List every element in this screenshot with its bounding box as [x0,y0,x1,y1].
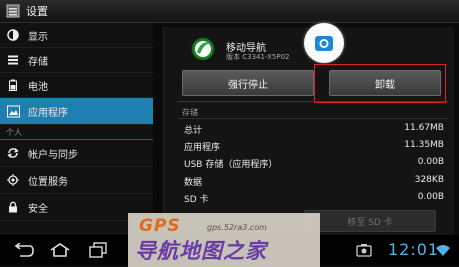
screenshot-overlay-button[interactable] [304,23,344,63]
move-to-sd-button[interactable]: 移至 SD 卡 [304,210,436,232]
back-icon [14,243,34,257]
back-button[interactable] [8,241,36,259]
uninstall-button[interactable]: 卸载 [329,70,441,96]
app-version: 版本 C3341-X5P02 [226,53,290,61]
wifi-icon [436,245,450,256]
storage-row-value: 328KB [414,175,444,185]
sidebar-item-label: 显示 [28,31,48,43]
storage-row-app: 应用程序 11.35MB [184,140,444,155]
title-bar: 设置 [0,0,459,23]
recent-apps-icon [89,242,107,258]
sidebar-item-storage[interactable]: 存储 [0,48,153,73]
divider [178,101,448,102]
storage-row-label: 总计 [184,126,203,136]
storage-row-label: USB 存储（应用程序） [184,160,278,170]
watermark-logo: GPS gps.52ra3.com 导航地图之家 [128,213,320,267]
settings-icon [6,4,20,18]
sidebar-item-label: 安全 [28,203,48,215]
screenshot-icon [356,244,372,257]
lock-icon [6,200,20,214]
app-info-panel: 移动导航 版本 C3341-X5P02 强行停止 卸载 存储 总计 11.67M… [163,23,454,235]
storage-row-usb: USB 存储（应用程序） 0.00B [184,157,444,172]
sidebar-item-apps[interactable]: 应用程序 [0,98,153,125]
recent-apps-button[interactable] [84,241,112,259]
sidebar-item-display[interactable]: 显示 [0,23,153,48]
storage-row-label: 应用程序 [184,143,221,153]
app-info-pane: 移动导航 版本 C3341-X5P02 强行停止 卸载 存储 总计 11.67M… [153,23,459,235]
sidebar-item-label: 存储 [28,56,48,68]
storage-row-sd: SD 卡 0.00B [184,192,444,207]
home-button[interactable] [46,241,74,259]
storage-row-label: SD 卡 [184,195,209,205]
settings-sidebar: 显示 存储 电池 应用程序 个人 帐户与同步 位置服务 安全 [0,23,153,235]
storage-row-data: 数据 328KB [184,175,444,190]
status-clock: 12:01 [388,240,440,259]
sidebar-item-label: 帐户与同步 [28,149,78,161]
watermark-url: gps.52ra3.com [207,223,267,232]
sidebar-item-location[interactable]: 位置服务 [0,167,153,194]
section-header-personal: 个人 [0,125,153,140]
battery-icon [6,78,20,92]
storage-row-value: 11.35MB [404,140,444,150]
location-icon [6,173,20,187]
watermark-site-name: 导航地图之家 [135,239,267,263]
sidebar-item-label: 位置服务 [28,176,68,188]
storage-section-header: 存储 [182,108,198,117]
storage-row-value: 11.67MB [404,123,444,133]
apps-icon [6,104,20,118]
page-title: 设置 [26,5,48,18]
sidebar-item-battery[interactable]: 电池 [0,73,153,98]
camera-icon [315,36,333,51]
sidebar-item-label: 应用程序 [28,107,68,119]
sync-icon [6,146,20,160]
sidebar-item-label: 电池 [28,81,48,93]
sidebar-item-accounts-sync[interactable]: 帐户与同步 [0,140,153,167]
storage-row-value: 0.00B [417,157,444,167]
divider [178,118,448,119]
force-stop-button[interactable]: 强行停止 [182,70,314,96]
storage-row-value: 0.00B [417,192,444,202]
storage-icon [6,53,20,67]
wifi-status [434,241,452,259]
navigation-app-icon [191,37,215,61]
display-icon [6,28,20,42]
watermark-brand: GPS [139,216,181,236]
storage-row-total: 总计 11.67MB [184,123,444,138]
screenshot-button[interactable] [350,241,378,259]
home-icon [50,243,70,257]
storage-row-label: 数据 [184,178,203,188]
